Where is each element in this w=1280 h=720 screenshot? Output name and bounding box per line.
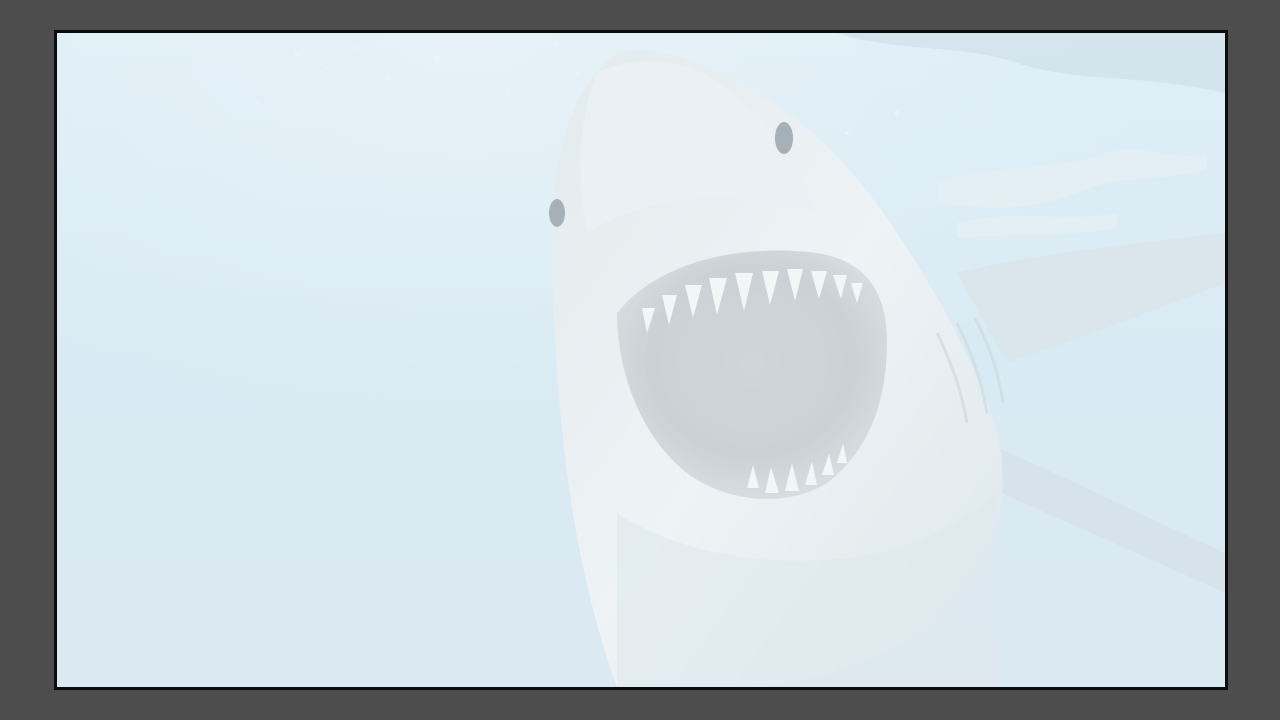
washout-overlay: [57, 33, 1225, 687]
viewer-background: [0, 0, 1280, 720]
shark-photo: [57, 33, 1225, 687]
photo-frame: [54, 30, 1228, 690]
